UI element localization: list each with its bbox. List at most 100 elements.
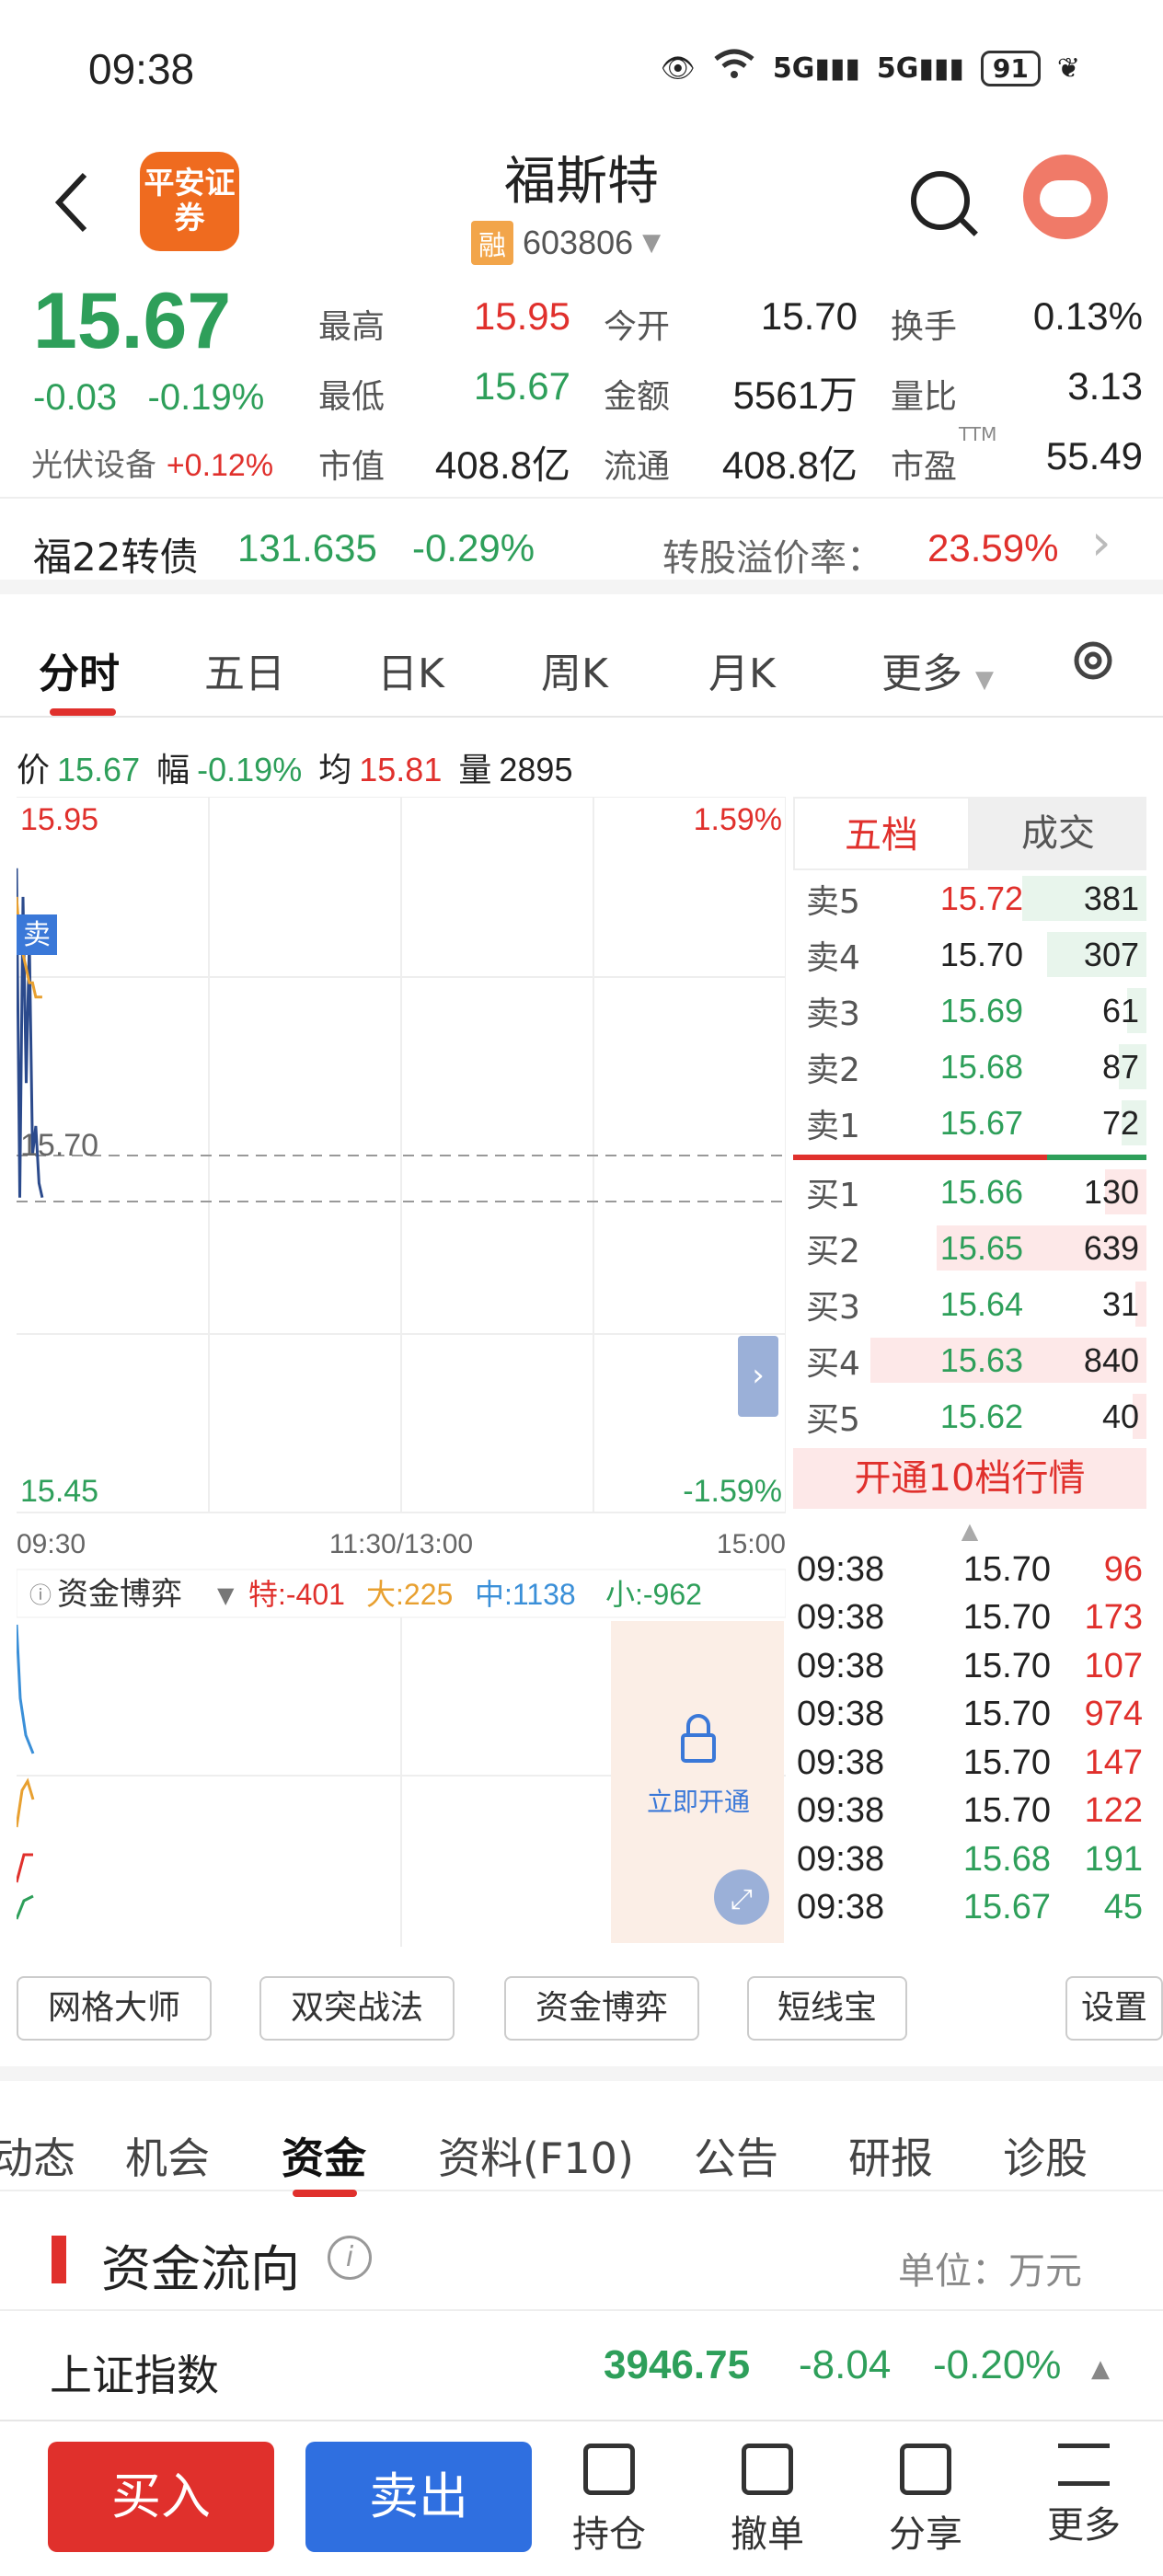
trade-row: 09:38 15.70 147 [793, 1739, 1146, 1788]
bond-price: 131.635 [237, 526, 377, 569]
avatar[interactable] [1023, 155, 1108, 239]
y-mid-label: 15.70 [20, 1128, 98, 1163]
buy-button[interactable]: 买入 [48, 2442, 274, 2552]
share-icon [900, 2444, 951, 2495]
level-volume: 307 [1083, 935, 1139, 973]
convertible-bond-row[interactable]: 福22转债 131.635 -0.29% 转股溢价率： 23.59% › [0, 497, 1163, 594]
trade-price: 15.70 [962, 1791, 1051, 1831]
bid-row[interactable]: 买5 15.62 40 [793, 1388, 1146, 1444]
tab-5day[interactable]: 五日 [204, 640, 285, 699]
level-label: 卖2 [806, 1051, 860, 1089]
chevron-up-icon[interactable]: ▲ [793, 1509, 1146, 1546]
upgrade-10-levels-button[interactable]: 开通10档行情 [793, 1448, 1146, 1509]
trade-price: 15.70 [962, 1646, 1051, 1685]
dropdown-icon: ▼ [642, 229, 662, 257]
bond-name: 福22转债 [33, 535, 199, 580]
bid-row[interactable]: 买4 15.63 840 [793, 1332, 1146, 1388]
turnover-label: 换手 [891, 308, 958, 346]
level-price: 15.65 [939, 1228, 1023, 1267]
ask-row[interactable]: 卖5 15.72 381 [793, 870, 1146, 926]
tab-five-levels[interactable]: 五档 [793, 797, 970, 870]
x-mid-label: 11:30/13:00 [329, 1529, 473, 1559]
bid-row[interactable]: 买3 15.64 31 [793, 1276, 1146, 1332]
bid-row[interactable]: 买2 15.65 639 [793, 1220, 1146, 1276]
trade-volume: 122 [1084, 1791, 1143, 1831]
x-start-label: 09:30 [17, 1529, 86, 1559]
tab-opportunity[interactable]: 机会 [125, 2125, 210, 2186]
sort-up-icon: ▲ [1091, 2355, 1110, 2383]
chart-tabs: 分时 五日 日K 周K 月K 更多 ▼ [0, 607, 1163, 718]
double-breakout-button[interactable]: 双突战法 [259, 1976, 455, 2041]
cap-label: 市值 [318, 448, 386, 486]
tab-news[interactable]: 动态 [0, 2125, 75, 2186]
tools-settings-button[interactable]: 设置 [1065, 1976, 1163, 2041]
tab-intraday[interactable]: 分时 [39, 640, 120, 699]
signal-icon-2: 5G▮▮▮ [876, 52, 964, 85]
tab-daily-k[interactable]: 日K [377, 640, 444, 699]
index-row[interactable]: 上证指数 3946.75 -8.04 -0.20% ▲ [0, 2309, 1163, 2420]
index-name: 上证指数 [50, 2351, 219, 2400]
cancel-order-icon [742, 2444, 793, 2495]
more-button[interactable]: 更多 [1029, 2444, 1139, 2548]
signal-icon: 5G▮▮▮ [772, 52, 860, 85]
tab-research[interactable]: 研报 [848, 2125, 933, 2186]
tab-diagnosis[interactable]: 诊股 [1003, 2125, 1088, 2186]
leaf-icon: ❦ [1056, 52, 1080, 85]
trade-price: 15.70 [962, 1742, 1051, 1782]
trade-time: 09:38 [797, 1742, 885, 1782]
price-change: -0.03 -0.19% [33, 377, 265, 418]
level-price: 15.62 [939, 1397, 1023, 1435]
bid-row[interactable]: 买1 15.66 130 [793, 1164, 1146, 1220]
eye-icon: 👁 [660, 52, 696, 85]
chevron-right-icon: › [1091, 513, 1111, 571]
trade-time: 09:38 [797, 1598, 885, 1638]
level-volume: 61 [1101, 991, 1139, 1029]
tab-f10[interactable]: 资料(F10) [438, 2125, 634, 2186]
ask-row[interactable]: 卖4 15.70 307 [793, 926, 1146, 983]
ask-levels: 卖5 15.72 381 卖4 15.70 307 卖3 15.69 61 卖2 15.68 87 卖1… [793, 870, 1146, 1151]
tab-funds[interactable]: 资金 [282, 2125, 366, 2186]
stock-code-selector[interactable]: 融 603806 ▼ [471, 221, 661, 265]
short-term-button[interactable]: 短线宝 [747, 1976, 907, 2041]
sector-change[interactable]: 光伏设备 +0.12% [31, 440, 273, 485]
tab-monthly-k[interactable]: 月K [708, 640, 776, 699]
sell-button[interactable]: 卖出 [305, 2442, 532, 2552]
cap-value: 408.8亿 [434, 443, 570, 487]
ask-row[interactable]: 卖3 15.69 61 [793, 983, 1146, 1039]
info-icon[interactable]: i [328, 2236, 372, 2280]
ask-row[interactable]: 卖1 15.67 72 [793, 1095, 1146, 1151]
fund-game-button[interactable]: 资金博弈 [504, 1976, 699, 2041]
volume-ratio-label: 量比 [891, 378, 958, 416]
tab-trades[interactable]: 成交 [970, 797, 1146, 870]
menu-icon [1058, 2444, 1110, 2486]
unlock-link: 立即开通 [647, 1787, 750, 1817]
trade-price: 15.67 [962, 1888, 1051, 1927]
ask-row[interactable]: 卖2 15.68 87 [793, 1039, 1146, 1095]
search-icon[interactable] [911, 171, 970, 230]
float-value: 408.8亿 [721, 443, 858, 487]
level-price: 15.69 [939, 991, 1023, 1029]
grid-master-button[interactable]: 网格大师 [17, 1976, 212, 2041]
fund-te: 特:-401 [248, 1578, 345, 1611]
info-icon: ⓘ [29, 1582, 52, 1608]
tab-announcements[interactable]: 公告 [694, 2125, 778, 2186]
tab-more[interactable]: 更多 ▼ [881, 640, 994, 699]
float-label: 流通 [604, 448, 671, 486]
turnover-value: 0.13% [1032, 294, 1143, 338]
level-price: 15.67 [939, 1103, 1023, 1142]
trade-list: 09:38 15.70 96 09:38 15.70 173 09:38 15.70 107 09… [793, 1546, 1146, 1932]
share-button[interactable]: 分享 [870, 2444, 981, 2558]
settings-gear-icon[interactable] [1067, 635, 1119, 696]
trade-row: 09:38 15.70 107 [793, 1642, 1146, 1691]
trade-row: 09:38 15.70 122 [793, 1788, 1146, 1836]
intraday-chart[interactable]: 卖 15.95 1.59% 15.70 15.45 -1.59% 09:30 1… [17, 797, 786, 1947]
y-top-label: 15.95 [20, 802, 98, 837]
trade-price: 15.68 [962, 1839, 1051, 1879]
tab-weekly-k[interactable]: 周K [541, 640, 608, 699]
dropdown-icon: ▼ [217, 1582, 235, 1608]
margin-badge: 融 [471, 221, 513, 265]
cancel-order-button[interactable]: 撤单 [712, 2444, 823, 2558]
level-volume: 639 [1083, 1228, 1139, 1267]
holdings-button[interactable]: 持仓 [554, 2444, 664, 2558]
index-pct: -0.20% [933, 2342, 1062, 2387]
